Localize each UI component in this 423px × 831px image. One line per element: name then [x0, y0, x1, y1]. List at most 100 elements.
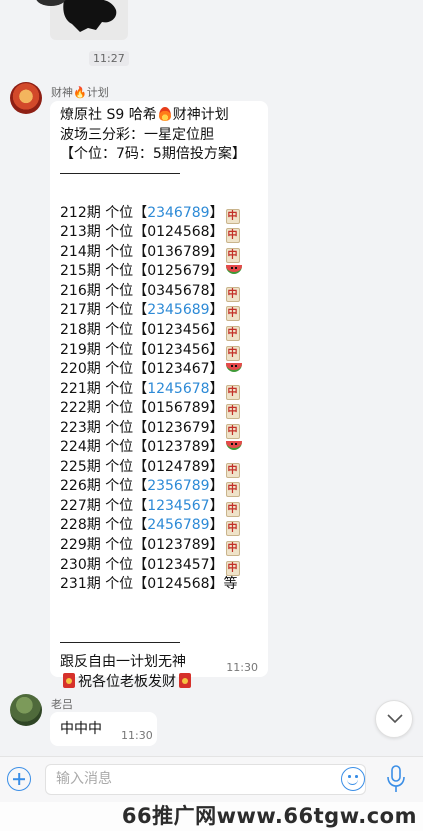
mahjong-zhong-icon: 中: [225, 501, 240, 517]
watermelon-icon: [225, 265, 242, 275]
code-text: 0123456: [147, 341, 210, 358]
position-label: 个位: [105, 517, 134, 534]
separator-line: [60, 173, 180, 175]
message-line: 229期 个位【0123789】中: [60, 537, 240, 557]
issue-number: 223期: [60, 419, 101, 436]
message-line: 222期 个位【0156789】中: [60, 400, 240, 420]
message-line: 213期 个位【0124568】中: [60, 224, 240, 244]
issue-number: 220期: [60, 361, 101, 378]
position-label: 个位: [105, 243, 134, 260]
code-text: 0125679: [147, 263, 210, 280]
mahjong-zhong-icon: 中: [225, 286, 240, 302]
message-line: 224期 个位【0123789】: [60, 438, 258, 458]
message-time: 11:30: [121, 729, 153, 742]
message-line: [60, 595, 258, 615]
watermelon-icon: [225, 363, 242, 373]
position-label: 个位: [105, 556, 134, 573]
pending-label: 等: [223, 576, 238, 593]
code-text: 0123457: [147, 556, 210, 573]
message-line: 215期 个位【0125679】: [60, 262, 258, 282]
mahjong-zhong-icon: 中: [225, 306, 240, 322]
issue-number: 215期: [60, 263, 101, 280]
message-bubble[interactable]: 燎原社 S9 哈希 财神计划 波场三分彩：一星定位胆 【个位：7码：5期倍投方案】 2…: [50, 101, 268, 690]
message-time: 11:30: [226, 661, 258, 674]
code-text: 0136789: [147, 243, 210, 260]
issue-number: 227期: [60, 497, 101, 514]
position-label: 个位: [105, 224, 134, 241]
issue-number: 224期: [60, 439, 101, 456]
code-text: 0124789: [147, 458, 210, 475]
message-line: [60, 184, 258, 204]
position-label: 个位: [105, 478, 134, 495]
mahjong-zhong-icon: 中: [225, 208, 240, 224]
timestamp: 11:27: [89, 51, 129, 66]
message-text: 燎原社 S9 哈希 财神计划 波场三分彩：一星定位胆 【个位：7码：5期倍投方案】 2…: [60, 106, 258, 692]
text-line: 【个位：7码：5期倍投方案】: [60, 146, 246, 163]
position-label: 个位: [105, 361, 134, 378]
watermark: 66推广网www.66tgw.com: [0, 802, 423, 831]
code-link: 2346789: [147, 204, 210, 221]
message-line: 220期 个位【0123467】: [60, 360, 258, 380]
code-text: 0123679: [147, 419, 210, 436]
message-line: 226期 个位【2356789】中: [60, 478, 240, 498]
plus-icon[interactable]: [7, 767, 31, 791]
sender-name: 财神🔥计划: [51, 86, 109, 99]
text-line: 燎原社 S9 哈希: [60, 107, 157, 123]
image-thumbnail: [63, 0, 117, 32]
issue-number: 225期: [60, 458, 101, 475]
input-bar: 输入消息: [0, 756, 423, 802]
issue-number: 221期: [60, 380, 101, 397]
chevron-down-icon: [387, 714, 403, 724]
position-label: 个位: [105, 341, 134, 358]
position-label: 个位: [105, 263, 134, 280]
message-bubble[interactable]: 中中中 11:30: [50, 712, 157, 746]
message-line: [60, 165, 258, 185]
message-input[interactable]: 输入消息: [45, 764, 366, 795]
previous-image-message[interactable]: [50, 0, 128, 40]
code-text: 0123456: [147, 322, 210, 339]
avatar[interactable]: [10, 82, 42, 114]
message-line: 212期 个位【2346789】中: [60, 204, 240, 224]
message-line: 214期 个位【0136789】中: [60, 243, 240, 263]
issue-number: 217期: [60, 302, 101, 319]
message-line: 217期 个位【2345689】中: [60, 302, 240, 322]
code-link: 2456789: [147, 517, 210, 534]
issue-number: 216期: [60, 282, 101, 299]
message-line: 【个位：7码：5期倍投方案】: [60, 145, 258, 165]
code-link: 2345689: [147, 302, 210, 319]
issue-number: 230期: [60, 556, 101, 573]
code-link: 2356789: [147, 478, 210, 495]
position-label: 个位: [105, 400, 134, 417]
text-line: 波场三分彩：一星定位胆: [60, 126, 214, 143]
microphone-icon[interactable]: [386, 765, 406, 793]
position-label: 个位: [105, 458, 134, 475]
code-link: 1234567: [147, 497, 210, 514]
mahjong-zhong-icon: 中: [225, 345, 240, 361]
mahjong-zhong-icon: 中: [225, 462, 240, 478]
issue-number: 212期: [60, 204, 101, 221]
avatar[interactable]: [10, 694, 42, 726]
emoji-icon[interactable]: [341, 767, 365, 791]
mahjong-zhong-icon: 中: [225, 560, 240, 576]
issue-number: 222期: [60, 400, 101, 417]
issue-number: 219期: [60, 341, 101, 358]
position-label: 个位: [105, 497, 134, 514]
scroll-to-bottom-button[interactable]: [375, 700, 413, 738]
wish-text: 祝各位老板发财: [78, 673, 176, 690]
mahjong-zhong-icon: 中: [225, 228, 240, 244]
mahjong-zhong-icon: 中: [225, 247, 240, 263]
mahjong-zhong-icon: 中: [225, 423, 240, 439]
code-text: 0124568: [147, 224, 210, 241]
text-line: 跟反自由一计划无神: [60, 654, 186, 671]
code-text: 0123467: [147, 361, 210, 378]
code-text: 0156789: [147, 400, 210, 417]
watermelon-icon: [225, 441, 242, 451]
position-label: 个位: [105, 537, 134, 554]
mahjong-zhong-icon: 中: [225, 384, 240, 400]
message-line: 223期 个位【0123679】中: [60, 419, 240, 439]
position-label: 个位: [105, 302, 134, 319]
message-line: 祝各位老板发财: [60, 672, 258, 693]
mahjong-zhong-icon: 中: [225, 521, 240, 537]
issue-number: 213期: [60, 224, 101, 241]
message-text: 中中中: [60, 721, 102, 737]
